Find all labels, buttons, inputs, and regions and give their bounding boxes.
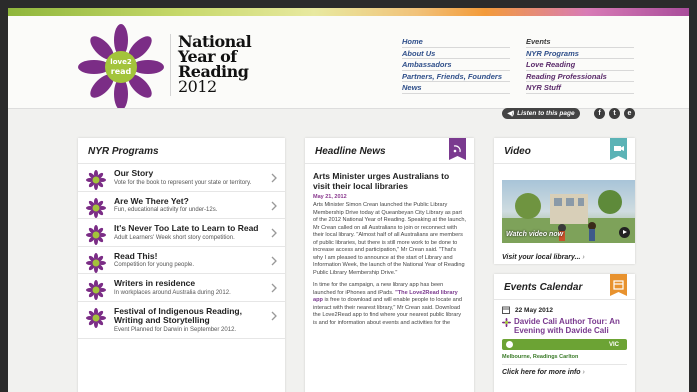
nav-ambassadors[interactable]: Ambassadors	[402, 59, 510, 71]
chevron-right-icon	[271, 201, 277, 210]
more-info-link[interactable]: Click here for more info ›	[502, 364, 627, 376]
news-paragraph: Arts Minister Simon Crean launched the P…	[313, 202, 467, 276]
main-nav-secondary: Events NYR Programs Love Reading Reading…	[526, 36, 634, 94]
love2read-logo[interactable]: love2 read	[76, 22, 166, 112]
nav-love-reading[interactable]: Love Reading	[526, 59, 634, 71]
flower-icon	[86, 307, 106, 328]
chevron-right-icon: ›	[582, 369, 585, 376]
program-item[interactable]: Are We There Yet? Fun, educational activ…	[78, 192, 285, 219]
programs-title: NYR Programs	[78, 138, 285, 164]
nav-nyr-stuff[interactable]: NYR Stuff	[526, 82, 634, 94]
chevron-right-icon	[271, 283, 277, 293]
program-desc: Adult Learners' Week short story competi…	[114, 234, 235, 241]
program-desc: Event Planned for Darwin in September 20…	[114, 326, 237, 333]
flower-icon	[86, 197, 106, 218]
event-date: 22 May 2012	[515, 306, 553, 314]
program-title: Writers in residence	[114, 278, 196, 288]
site-header: love2 read National Year of Reading 2012…	[8, 16, 689, 110]
video-thumbnail[interactable]: Watch video now	[502, 180, 635, 243]
news-date: May 21, 2012	[313, 194, 347, 200]
program-title: Read This!	[114, 250, 158, 261]
local-library-label: Visit your local library...	[502, 254, 581, 261]
play-icon[interactable]	[619, 227, 630, 238]
program-title: Are We There Yet?	[114, 195, 189, 206]
news-headline[interactable]: Arts Minister urges Australians to visit…	[313, 171, 466, 191]
map-pin-icon	[506, 341, 513, 348]
program-title: It's Never Too Late to Learn to Read	[114, 223, 259, 233]
flower-icon	[86, 280, 106, 300]
program-item[interactable]: Festival of Indigenous Reading, Writing …	[78, 302, 285, 339]
news-paragraph: In time for the campaign, a new library …	[313, 282, 466, 327]
event-state-badge: VIC	[502, 339, 627, 350]
program-desc: In workplaces around Australia during 20…	[114, 289, 231, 296]
video-camera-icon	[610, 138, 627, 160]
programs-panel: NYR Programs Our Story Vote for the book…	[78, 138, 285, 392]
event-state: VIC	[608, 341, 619, 348]
listen-button[interactable]: ◀) Listen to this page	[502, 108, 580, 119]
speaker-icon: ◀)	[507, 110, 515, 117]
email-icon[interactable]: e	[624, 108, 635, 119]
flower-icon	[502, 318, 511, 327]
nav-events[interactable]: Events	[526, 36, 634, 48]
event-entry: 22 May 2012 Davide Cali Author Tour: An …	[494, 300, 635, 382]
site-title[interactable]: National Year of Reading 2012	[178, 34, 252, 96]
news-article: Arts Minister urges Australians to visit…	[305, 164, 474, 327]
program-desc: Fun, educational activity for under-12s.	[114, 207, 218, 213]
event-venue: Melbourne, Readings Carlton	[502, 354, 579, 360]
nav-reading-professionals[interactable]: Reading Professionals	[526, 71, 634, 82]
chevron-right-icon	[271, 311, 277, 320]
program-title: Our Story	[114, 168, 154, 178]
calendar-small-icon	[502, 306, 510, 314]
header-color-stripe	[8, 8, 689, 16]
twitter-icon[interactable]: t	[609, 108, 620, 119]
program-desc: Vote for the book to represent your stat…	[114, 179, 252, 186]
nav-home[interactable]: Home	[402, 36, 510, 48]
program-item[interactable]: Our Story Vote for the book to represent…	[78, 164, 285, 192]
event-date-row: 22 May 2012	[502, 306, 627, 314]
more-info-label: Click here for more info	[502, 369, 581, 376]
program-item[interactable]: Writers in residence In workplaces aroun…	[78, 274, 285, 302]
nav-about-us[interactable]: About Us	[402, 48, 510, 59]
flower-icon	[86, 170, 106, 190]
rss-icon[interactable]	[449, 138, 466, 160]
svg-text:love2: love2	[110, 58, 132, 66]
facebook-icon[interactable]: f	[594, 108, 605, 119]
program-desc: Competition for young people.	[114, 262, 195, 268]
video-panel: Video Watch video now Visit your local l…	[494, 138, 635, 264]
site-title-year: 2012	[178, 77, 217, 96]
flower-icon	[86, 252, 106, 273]
watch-video-label: Watch video now	[506, 231, 564, 238]
events-panel: Events Calendar 22 May 2012 Davide Cali …	[494, 274, 635, 392]
main-nav-primary: Home About Us Ambassadors Partners, Frie…	[402, 36, 510, 94]
calendar-icon	[610, 274, 627, 296]
flower-icon	[86, 225, 106, 245]
chevron-right-icon: ›	[582, 254, 585, 261]
nav-news[interactable]: News	[402, 82, 510, 94]
logo-divider	[170, 34, 171, 96]
event-title[interactable]: Davide Cali Author Tour: An Evening with…	[514, 317, 627, 335]
news-panel: Headline News Arts Minister urges Austra…	[305, 138, 474, 392]
nav-nyr-programs[interactable]: NYR Programs	[526, 48, 634, 59]
utility-bar	[8, 108, 689, 122]
program-item[interactable]: It's Never Too Late to Learn to Read Adu…	[78, 219, 285, 247]
page-frame: love2 read National Year of Reading 2012…	[8, 8, 689, 392]
chevron-right-icon	[271, 228, 277, 238]
news-text: is free to download and will enable peop…	[313, 297, 462, 326]
nav-partners[interactable]: Partners, Friends, Founders	[402, 71, 510, 82]
local-library-link[interactable]: Visit your local library... ›	[502, 254, 585, 261]
svg-text:read: read	[111, 67, 132, 76]
program-item[interactable]: Read This! Competition for young people.	[78, 247, 285, 274]
listen-label: Listen to this page	[517, 110, 575, 117]
program-title: Festival of Indigenous Reading, Writing …	[114, 305, 242, 325]
chevron-right-icon	[271, 256, 277, 265]
chevron-right-icon	[271, 173, 277, 183]
